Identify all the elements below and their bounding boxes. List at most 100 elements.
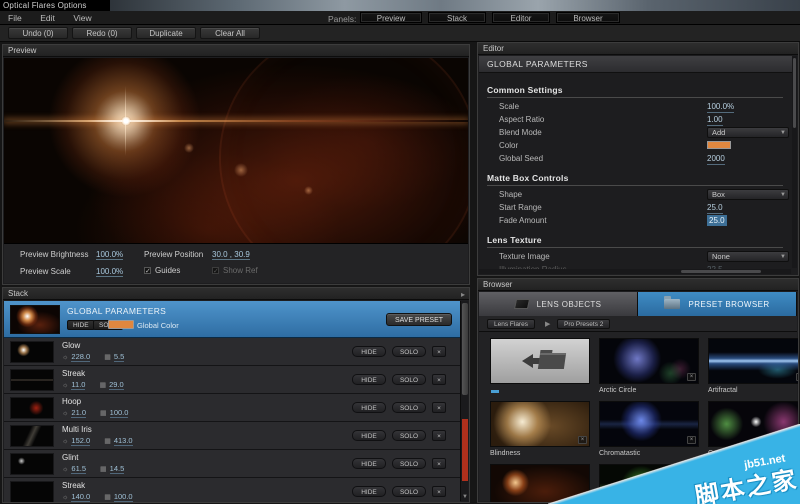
solo-button[interactable]: SOLO	[392, 402, 426, 413]
chevron-right-icon[interactable]: ▸	[461, 289, 465, 301]
browser-panel: Browser LENS OBJECTS PRESET BROWSER Lens…	[477, 278, 799, 503]
preset-thumbnail[interactable]: ×	[708, 338, 799, 384]
solo-button[interactable]: SOLO	[392, 486, 426, 497]
row-scale-value[interactable]: 100.0	[114, 492, 133, 502]
fade-amount-row: Fade Amount 25.0	[499, 214, 791, 227]
menu-view[interactable]: View	[65, 11, 99, 25]
folder-up-thumbnail[interactable]	[490, 338, 590, 384]
redo-button[interactable]: Redo (0)	[72, 27, 132, 39]
tab-lens-objects[interactable]: LENS OBJECTS	[479, 292, 638, 316]
panels-button-editor[interactable]: Editor	[492, 12, 550, 23]
delete-button[interactable]: ×	[432, 486, 446, 497]
breadcrumb-root[interactable]: Lens Flares	[487, 319, 535, 329]
menu-file[interactable]: File	[0, 11, 30, 25]
row-brightness-value[interactable]: 21.0	[71, 408, 86, 418]
row-brightness-value[interactable]: 228.0	[71, 352, 90, 362]
clear-all-button[interactable]: Clear All	[200, 27, 260, 39]
fade-amount-value[interactable]: 25.0	[707, 215, 727, 226]
preset-thumbnail[interactable]: ×	[490, 464, 590, 503]
panels-button-preview[interactable]: Preview	[360, 12, 422, 23]
blend-mode-dropdown[interactable]: Add ▼	[707, 127, 789, 138]
preset-badge-icon: ×	[687, 436, 696, 444]
stack-scrollbar-thumb[interactable]	[462, 303, 468, 395]
solo-button[interactable]: SOLO	[392, 346, 426, 357]
solo-button[interactable]: SOLO	[392, 374, 426, 385]
stack-scrollbar[interactable]: ▼	[460, 301, 468, 501]
stack-panel-header[interactable]: Stack ▸	[3, 288, 469, 300]
row-scale-value[interactable]: 413.0	[114, 436, 133, 446]
save-preset-button[interactable]: SAVE PRESET	[386, 313, 452, 326]
show-ref-checkbox[interactable]: ✓ Show Ref	[212, 266, 258, 275]
panels-button-browser[interactable]: Browser	[556, 12, 620, 23]
undo-button[interactable]: Undo (0)	[8, 27, 68, 39]
browser-tabs: LENS OBJECTS PRESET BROWSER	[479, 292, 797, 316]
stack-row[interactable]: Glow ☼228.0 ▦5.5 HIDE SOLO ×	[4, 338, 460, 366]
guides-checkbox-box[interactable]: ✓	[144, 267, 151, 274]
preset-thumbnail[interactable]: ×	[708, 401, 799, 447]
delete-button[interactable]: ×	[432, 458, 446, 469]
texture-image-label: Texture Image	[499, 252, 550, 261]
show-ref-checkbox-box[interactable]: ✓	[212, 267, 219, 274]
preset-badge-icon: ×	[687, 373, 696, 381]
hide-button[interactable]: HIDE	[352, 402, 386, 413]
shape-dropdown[interactable]: Box ▼	[707, 189, 789, 200]
editor-vscroll-thumb[interactable]	[793, 58, 796, 128]
solo-button[interactable]: SOLO	[392, 430, 426, 441]
guides-checkbox[interactable]: ✓ Guides	[144, 266, 180, 275]
preview-viewport[interactable]	[4, 58, 468, 244]
hide-button[interactable]: HIDE	[352, 430, 386, 441]
global-parameters-name: GLOBAL PARAMETERS	[67, 306, 166, 316]
stack-row[interactable]: Streak ☼11.0 ▦29.0 HIDE SOLO ×	[4, 366, 460, 394]
preset-thumbnail[interactable]: ×	[599, 401, 699, 447]
browser-panel-header[interactable]: Browser	[478, 279, 798, 291]
duplicate-button[interactable]: Duplicate	[136, 27, 196, 39]
preset-thumbnail[interactable]: ×	[599, 338, 699, 384]
global-hide-button[interactable]: HIDE	[67, 320, 95, 330]
preview-brightness-value[interactable]: 100.0%	[96, 250, 123, 260]
row-scale-value[interactable]: 29.0	[109, 380, 124, 390]
row-scale-value[interactable]: 14.5	[110, 464, 125, 474]
hide-button[interactable]: HIDE	[352, 346, 386, 357]
row-brightness-value[interactable]: 11.0	[71, 380, 85, 390]
row-brightness-value[interactable]: 61.5	[71, 464, 86, 474]
stack-row[interactable]: Multi Iris ☼152.0 ▦413.0 HIDE SOLO ×	[4, 422, 460, 450]
row-scale-value[interactable]: 100.0	[110, 408, 129, 418]
texture-image-dropdown[interactable]: None ▼	[707, 251, 789, 262]
stack-row[interactable]: Streak ☼140.0 ▦100.0 HIDE SOLO ×	[4, 478, 460, 503]
hide-button[interactable]: HIDE	[352, 486, 386, 497]
stack-row[interactable]: Hoop ☼21.0 ▦100.0 HIDE SOLO ×	[4, 394, 460, 422]
editor-panel-header[interactable]: Editor	[478, 43, 798, 55]
preset-thumbnail[interactable]	[708, 464, 799, 503]
delete-button[interactable]: ×	[432, 430, 446, 441]
hide-button[interactable]: HIDE	[352, 458, 386, 469]
aspect-ratio-value[interactable]: 1.00	[707, 114, 723, 126]
scale-value[interactable]: 100.0%	[707, 101, 734, 113]
delete-button[interactable]: ×	[432, 374, 446, 385]
delete-button[interactable]: ×	[432, 402, 446, 413]
panels-button-stack[interactable]: Stack	[428, 12, 486, 23]
editor-horizontal-scrollbar[interactable]	[479, 269, 791, 274]
editor-hscroll-thumb[interactable]	[681, 270, 761, 273]
stack-row-global-parameters[interactable]: GLOBAL PARAMETERS HIDE SOLO Global Color…	[4, 301, 460, 338]
scroll-down-arrow-icon[interactable]: ▼	[461, 494, 469, 500]
row-scale-value[interactable]: 5.5	[114, 352, 124, 362]
color-swatch[interactable]	[707, 141, 731, 149]
global-seed-value[interactable]: 2000	[707, 153, 725, 165]
breadcrumb-current[interactable]: Pro Presets 2	[557, 319, 610, 329]
editor-vertical-scrollbar[interactable]	[792, 56, 797, 268]
preset-thumbnail[interactable]: ×	[490, 401, 590, 447]
start-range-value[interactable]: 25.0	[707, 202, 723, 214]
hide-button[interactable]: HIDE	[352, 374, 386, 385]
preview-panel-header[interactable]: Preview	[3, 45, 469, 57]
row-brightness-value[interactable]: 152.0	[71, 436, 90, 446]
solo-button[interactable]: SOLO	[392, 458, 426, 469]
preview-position-value[interactable]: 30.0 , 30.9	[212, 250, 250, 260]
global-color-swatch[interactable]	[108, 320, 134, 329]
preset-thumbnail[interactable]	[599, 464, 699, 503]
preview-scale-value[interactable]: 100.0%	[96, 267, 123, 277]
menu-edit[interactable]: Edit	[32, 11, 63, 25]
row-brightness-value[interactable]: 140.0	[71, 492, 90, 502]
tab-preset-browser[interactable]: PRESET BROWSER	[638, 292, 797, 316]
delete-button[interactable]: ×	[432, 346, 446, 357]
stack-row[interactable]: Glint ☼61.5 ▦14.5 HIDE SOLO ×	[4, 450, 460, 478]
